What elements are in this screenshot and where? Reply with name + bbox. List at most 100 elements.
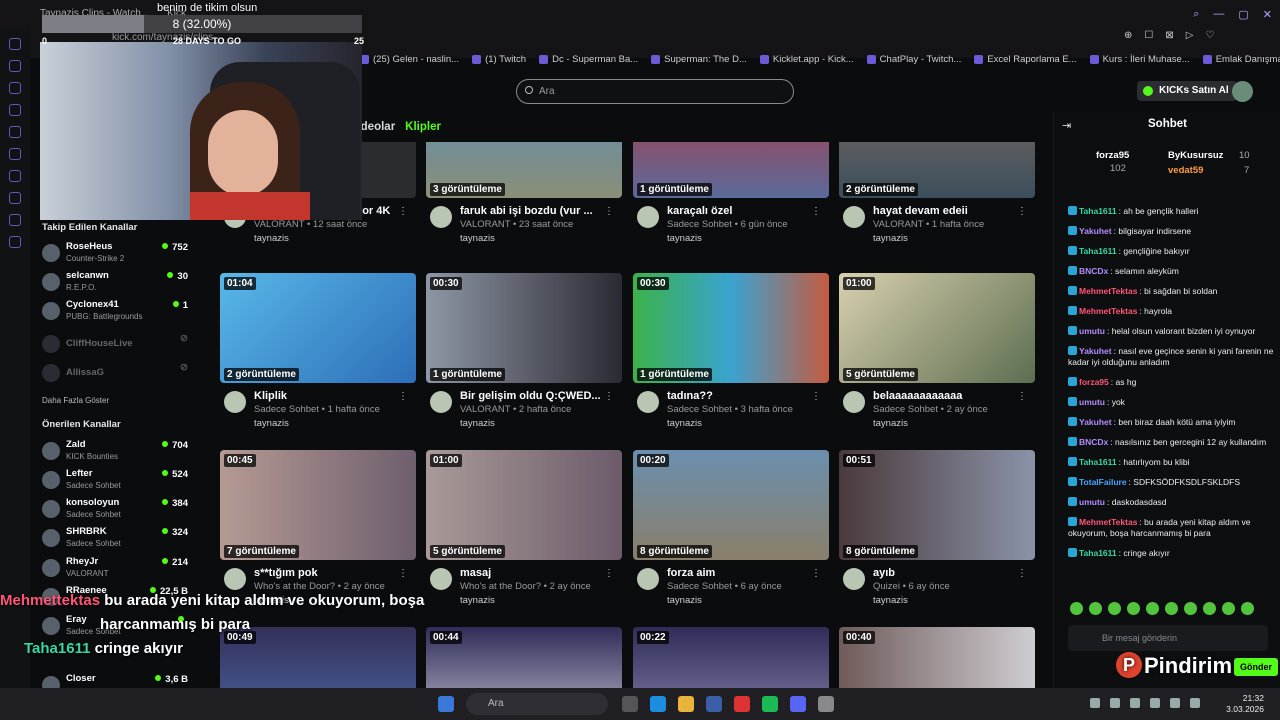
store-icon[interactable] (706, 696, 722, 712)
more-options-icon[interactable]: ⋮ (1017, 391, 1027, 402)
chat-username[interactable]: MehmetTektas (1079, 517, 1137, 527)
bookmark[interactable]: (1) Twitch (472, 50, 526, 68)
task-view-icon[interactable] (622, 696, 638, 712)
buy-kicks-button[interactable]: KICKs Satın Al (1137, 81, 1237, 101)
taskbar-apps[interactable] (438, 696, 454, 712)
clip-card[interactable]: 00:30 1 görüntüleme Bir gelişim oldu Q:ÇWE… (426, 273, 622, 443)
more-options-icon[interactable]: ⋮ (398, 568, 408, 579)
sidebar-channel-offline[interactable]: CliffHouseLive ⊘ (42, 332, 198, 360)
system-tray[interactable] (1090, 698, 1200, 708)
bookmark[interactable]: ChatPlay - Twitch... (866, 50, 961, 68)
settings-icon[interactable] (9, 236, 21, 248)
emote-icon[interactable] (1203, 602, 1216, 615)
history-icon[interactable] (9, 192, 21, 204)
play-icon[interactable]: ▷ (1186, 30, 1194, 41)
sidebar-channel[interactable]: Lefter Sadece Sohbet 524 (42, 468, 198, 496)
wifi-icon[interactable] (1150, 698, 1160, 708)
tab-clips[interactable]: Klipler (405, 121, 441, 133)
edge-icon[interactable] (650, 696, 666, 712)
minimize-icon[interactable]: — (1213, 8, 1224, 21)
cloud-icon[interactable] (1110, 698, 1120, 708)
chevron-up-icon[interactable] (1090, 698, 1100, 708)
file-explorer-icon[interactable] (678, 696, 694, 712)
clip-card[interactable]: 00:30 1 görüntüleme tadına?? Sadece Sohbet … (633, 273, 829, 443)
chat-username[interactable]: MehmetTektas (1079, 306, 1137, 316)
clip-thumbnail[interactable]: 01:04 2 görüntüleme (220, 273, 416, 383)
chat-username[interactable]: umutu (1079, 326, 1105, 336)
clip-thumbnail[interactable]: 00:51 8 görüntüleme (839, 450, 1035, 560)
chat-icon[interactable] (9, 60, 21, 72)
bookmark[interactable]: Dc - Superman Ba... (539, 50, 638, 68)
clip-card[interactable]: 00:49 (220, 627, 416, 688)
sidebar-channel-offline[interactable]: AllissaG ⊘ (42, 361, 198, 389)
volume-icon[interactable] (1170, 698, 1180, 708)
clip-thumbnail[interactable]: 00:30 1 görüntüleme (633, 273, 829, 383)
sidebar-channel[interactable]: Cyclonex41 PUBG: Battlegrounds 1 (42, 299, 198, 327)
chat-input[interactable]: Bir mesaj gönderin (1068, 625, 1268, 651)
send-button[interactable]: Gönder (1234, 658, 1279, 676)
emote-icon[interactable] (1070, 602, 1083, 615)
bookmark[interactable]: Kicklet.app - Kick... (759, 50, 854, 68)
more-options-icon[interactable]: ⋮ (1017, 206, 1027, 217)
sidebar-channel[interactable]: Zald KICK Bounties 704 (42, 439, 198, 467)
chat-username[interactable]: TotalFailure (1079, 477, 1127, 487)
player-icon[interactable] (9, 170, 21, 182)
chat-username[interactable]: Yakuhet (1079, 346, 1112, 356)
emote-icon[interactable] (1241, 602, 1254, 615)
emote-icon[interactable] (1184, 602, 1197, 615)
spotify-icon[interactable] (762, 696, 778, 712)
chat-username[interactable]: Taha1611 (1079, 206, 1117, 216)
wallet-icon[interactable] (9, 214, 21, 226)
clip-thumbnail[interactable]: 00:30 1 görüntüleme (426, 273, 622, 383)
battery-icon[interactable] (1190, 698, 1200, 708)
chat-username[interactable]: umutu (1079, 397, 1105, 407)
music-icon[interactable] (9, 126, 21, 138)
clip-card[interactable]: 00:40 (839, 627, 1035, 688)
pinned-apps[interactable] (622, 696, 834, 712)
chat-username[interactable]: forza95 (1079, 377, 1109, 387)
clip-thumbnail[interactable]: 00:22 (633, 627, 829, 688)
chat-username[interactable]: BNCDx (1079, 437, 1108, 447)
window-controls[interactable]: ⌕ — ▢ ✕ (1193, 8, 1272, 21)
clip-thumbnail[interactable]: 3 görüntüleme (426, 142, 622, 198)
clip-card[interactable]: 01:00 5 görüntüleme belaaaaaaaaaaaa Sadece … (839, 273, 1035, 443)
bookmark[interactable]: Emlak Danışmanlı... (1202, 50, 1280, 68)
more-options-icon[interactable]: ⋮ (811, 391, 821, 402)
bookmark[interactable]: Superman: The D... (651, 50, 747, 68)
more-options-icon[interactable]: ⋮ (604, 391, 614, 402)
clip-card[interactable]: 00:51 8 görüntüleme ayıb Quizei • 6 ay önce… (839, 450, 1035, 620)
clip-card[interactable]: 00:20 8 görüntüleme forza aim Sadece Sohbet… (633, 450, 829, 620)
emote-icon[interactable] (1165, 602, 1178, 615)
maximize-icon[interactable]: ▢ (1238, 8, 1248, 21)
windows-start-icon[interactable] (438, 696, 454, 712)
avatar[interactable] (1232, 81, 1253, 102)
clip-card[interactable]: 00:22 (633, 627, 829, 688)
bluetooth-icon[interactable] (1130, 698, 1140, 708)
clip-thumbnail[interactable]: 00:49 (220, 627, 416, 688)
close-icon[interactable]: ✕ (1263, 8, 1272, 21)
clip-thumbnail[interactable]: 2 görüntüleme (839, 142, 1035, 198)
chat-username[interactable]: BNCDx (1079, 266, 1108, 276)
clip-card[interactable]: 3 görüntüleme faruk abi işi bozdu (vur ..… (426, 142, 622, 288)
emote-bar[interactable] (1070, 602, 1254, 615)
clip-thumbnail[interactable]: 01:00 5 görüntüleme (839, 273, 1035, 383)
taskbar-search[interactable]: Ara (466, 693, 608, 715)
chat-username[interactable]: MehmetTektas (1079, 286, 1137, 296)
sidebar-channel[interactable]: RheyJr VALORANT 214 (42, 556, 198, 584)
chat-username[interactable]: umutu (1079, 497, 1105, 507)
opera-icon[interactable] (734, 696, 750, 712)
more-options-icon[interactable]: ⋮ (1017, 568, 1027, 579)
clip-card[interactable]: 00:44 (426, 627, 622, 688)
clip-card[interactable]: 2 görüntüleme hayat devam edeii VALORANT •… (839, 142, 1035, 288)
heart-icon[interactable]: ♡ (1205, 30, 1214, 41)
emote-icon[interactable] (1146, 602, 1159, 615)
mail-icon[interactable] (9, 104, 21, 116)
more-options-icon[interactable]: ⋮ (398, 391, 408, 402)
clip-card[interactable]: 01:04 2 görüntüleme Kliplik Sadece Sohbet •… (220, 273, 416, 443)
more-options-icon[interactable]: ⋮ (811, 206, 821, 217)
emote-icon[interactable] (1222, 602, 1235, 615)
more-options-icon[interactable]: ⋮ (604, 206, 614, 217)
clip-thumbnail[interactable]: 00:45 7 görüntüleme (220, 450, 416, 560)
chat-username[interactable]: Taha1611 (1079, 548, 1117, 558)
chat-username[interactable]: Yakuhet (1079, 226, 1112, 236)
